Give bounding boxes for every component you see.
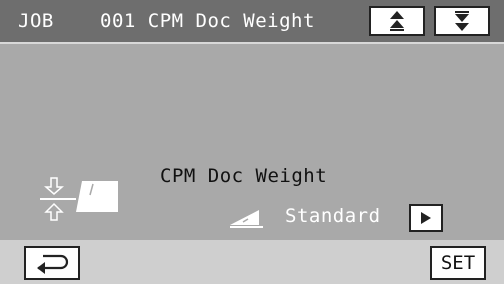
return-arrow-icon [37, 254, 69, 274]
up-arrows-icon [390, 11, 404, 31]
down-arrows-icon [455, 11, 469, 31]
current-value: Standard [285, 205, 381, 227]
footer-bar: SET [0, 240, 504, 284]
lcd-screen: JOB 001 CPM Doc Weight CPM Doc Weight St… [0, 0, 504, 284]
section-label: JOB [18, 10, 54, 32]
header-bar: JOB 001 CPM Doc Weight [0, 0, 504, 44]
scroll-down-button[interactable] [434, 6, 490, 36]
page-title: 001 CPM Doc Weight [100, 10, 315, 32]
set-button[interactable]: SET [430, 246, 486, 280]
next-value-button[interactable] [409, 204, 443, 232]
play-right-icon [421, 212, 431, 224]
back-button[interactable] [24, 246, 80, 280]
main-area: CPM Doc Weight Standard [0, 44, 504, 240]
setting-label: CPM Doc Weight [160, 165, 328, 187]
document-weight-icon [40, 177, 118, 221]
scroll-up-button[interactable] [369, 6, 425, 36]
paper-wedge-icon [230, 210, 263, 228]
